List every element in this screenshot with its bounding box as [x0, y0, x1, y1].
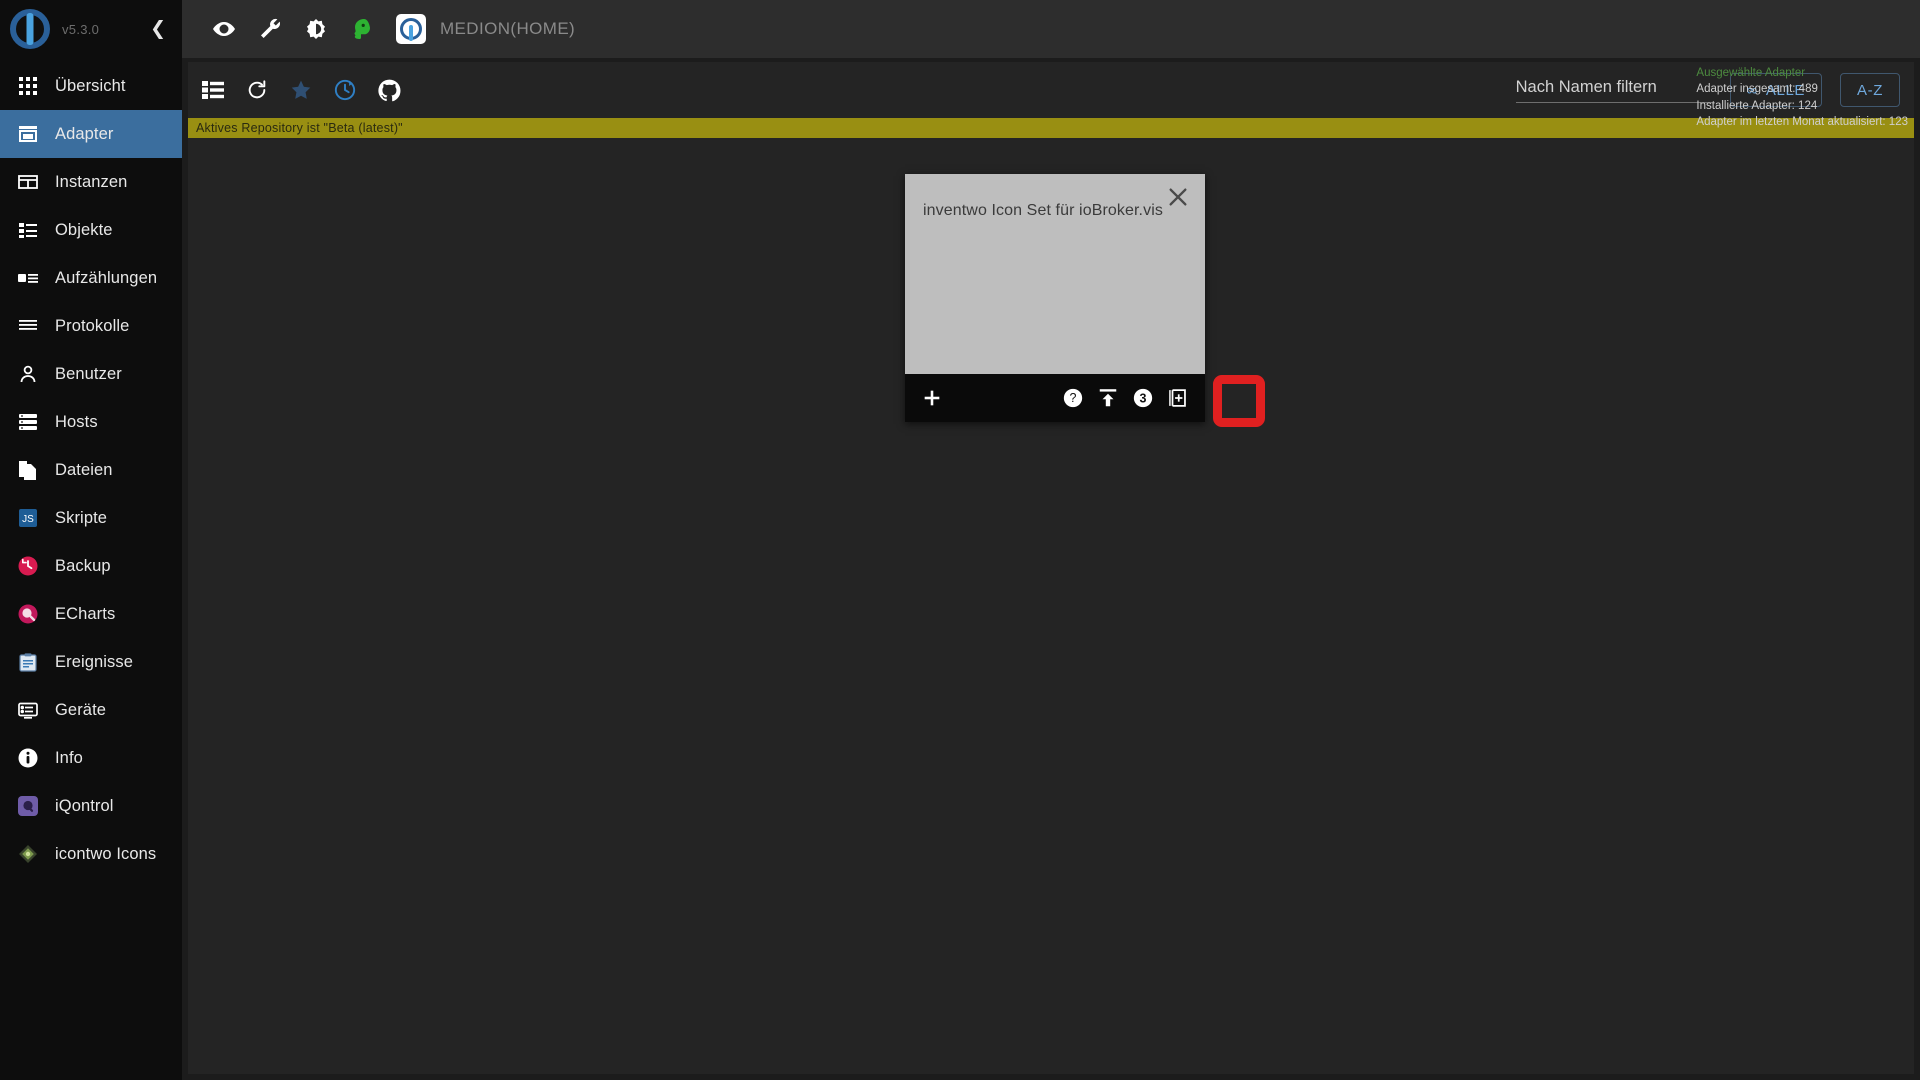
- sidebar-item-icontwo-icons[interactable]: icontwo Icons: [0, 830, 182, 878]
- sidebar-item-iqontrol[interactable]: iQontrol: [0, 782, 182, 830]
- sidebar-item-label: Dateien: [55, 460, 113, 479]
- sidebar-item-label: Übersicht: [55, 76, 126, 95]
- svg-text:?: ?: [1070, 391, 1077, 405]
- adapter-card: inventwo Icon Set für ioBroker.vis ? 3: [905, 174, 1265, 427]
- sidebar-item-label: Info: [55, 748, 83, 767]
- sidebar-header: v5.3.0 ❮: [0, 0, 182, 58]
- enums-icon: [15, 266, 41, 290]
- stats-updated: Adapter im letzten Monat aktualisiert: 1…: [1696, 115, 1908, 128]
- sidebar-item-uebersicht[interactable]: Übersicht: [0, 62, 182, 110]
- stats-title: Ausgewählte Adapter: [1696, 67, 1806, 79]
- upload-icon[interactable]: [1097, 387, 1119, 409]
- sidebar-item-label: Instanzen: [55, 172, 128, 191]
- top-bar: MEDION(HOME): [182, 0, 1920, 58]
- host-name-label: MEDION(HOME): [440, 19, 576, 38]
- svg-text:JS: JS: [22, 514, 34, 525]
- github-icon[interactable]: [378, 79, 401, 102]
- sidebar-item-label: Skripte: [55, 508, 108, 527]
- javascript-icon: JS: [15, 506, 41, 530]
- wrench-icon[interactable]: [258, 17, 282, 41]
- sidebar-nav: Übersicht Adapter Instanzen Objekte Aufz…: [0, 58, 182, 1080]
- repository-banner-text: Aktives Repository ist "Beta (latest)": [196, 121, 403, 135]
- update-history-icon[interactable]: [334, 79, 356, 101]
- question-circle-icon[interactable]: ?: [1063, 388, 1083, 408]
- adapters-card-area: inventwo Icon Set für ioBroker.vis ? 3: [188, 138, 1914, 1074]
- plus-icon[interactable]: [921, 387, 943, 409]
- stats-installed: Installierte Adapter: 124: [1696, 99, 1818, 112]
- version-label: v5.3.0: [62, 21, 100, 37]
- sidebar-item-objekte[interactable]: Objekte: [0, 206, 182, 254]
- filter-field-wrapper: [1515, 77, 1712, 103]
- sidebar-item-label: ECharts: [55, 604, 116, 623]
- search-input[interactable]: [1515, 77, 1712, 97]
- refresh-icon[interactable]: [246, 79, 268, 101]
- svg-text:3: 3: [1140, 392, 1147, 406]
- backup-icon: [15, 554, 41, 578]
- sidebar-item-aufzaehlungen[interactable]: Aufzählungen: [0, 254, 182, 302]
- adapters-panel: ∞ ALLE A-Z Ausgewählte Adapter Adapter i…: [188, 62, 1914, 1074]
- sidebar-item-hosts[interactable]: Hosts: [0, 398, 182, 446]
- sidebar-item-echarts[interactable]: ECharts: [0, 590, 182, 638]
- sidebar-item-label: icontwo Icons: [55, 844, 157, 863]
- sidebar-item-label: Protokolle: [55, 316, 130, 335]
- sidebar-item-geraete[interactable]: Geräte: [0, 686, 182, 734]
- sidebar-item-label: Objekte: [55, 220, 113, 239]
- sidebar-item-skripte[interactable]: JS Skripte: [0, 494, 182, 542]
- main-area: MEDION(HOME) ∞: [182, 0, 1920, 1080]
- brightness-icon[interactable]: [304, 17, 328, 41]
- sidebar: v5.3.0 ❮ Übersicht Adapter Instanzen Obj…: [0, 0, 182, 1080]
- sidebar-item-protokolle[interactable]: Protokolle: [0, 302, 182, 350]
- adapter-stats: Ausgewählte Adapter Adapter insgesamt: 4…: [1696, 65, 1908, 130]
- iqontrol-icon: [15, 794, 41, 818]
- content-wrapper: ∞ ALLE A-Z Ausgewählte Adapter Adapter i…: [182, 58, 1920, 1080]
- sidebar-item-backup[interactable]: Backup: [0, 542, 182, 590]
- list-icon: [15, 218, 41, 242]
- adapter-card-body: inventwo Icon Set für ioBroker.vis: [905, 174, 1205, 374]
- grid-icon: [15, 74, 41, 98]
- head-icon[interactable]: [350, 17, 372, 41]
- sidebar-item-dateien[interactable]: Dateien: [0, 446, 182, 494]
- list-view-icon[interactable]: [202, 81, 224, 99]
- devices-icon: [15, 698, 41, 722]
- sidebar-item-label: Hosts: [55, 412, 98, 431]
- repository-banner: Aktives Repository ist "Beta (latest)": [188, 118, 1914, 138]
- sidebar-item-label: Geräte: [55, 700, 107, 719]
- events-icon: [15, 650, 41, 674]
- sidebar-item-benutzer[interactable]: Benutzer: [0, 350, 182, 398]
- sidebar-item-label: Benutzer: [55, 364, 122, 383]
- logs-icon: [15, 314, 41, 338]
- adapter-card-title: inventwo Icon Set für ioBroker.vis: [923, 202, 1163, 219]
- sidebar-item-label: iQontrol: [55, 796, 114, 815]
- sidebar-item-label: Backup: [55, 556, 111, 575]
- sidebar-item-info[interactable]: Info: [0, 734, 182, 782]
- files-icon: [15, 458, 41, 482]
- iobroker-logo-icon[interactable]: [396, 14, 426, 44]
- info-icon: [15, 746, 41, 770]
- adapters-toolbar: ∞ ALLE A-Z Ausgewählte Adapter Adapter i…: [188, 62, 1914, 128]
- sidebar-item-adapter[interactable]: Adapter: [0, 110, 182, 158]
- iobroker-logo-icon: [8, 7, 52, 51]
- sidebar-item-label: Ereignisse: [55, 652, 134, 671]
- adapter-card-actions: ? 3: [1063, 375, 1265, 427]
- echarts-icon: [15, 602, 41, 626]
- star-icon[interactable]: [290, 79, 312, 101]
- upload-highlight-box: [1213, 375, 1265, 427]
- instances-icon: [15, 170, 41, 194]
- store-icon: [15, 122, 41, 146]
- version-badge: 3: [1133, 388, 1153, 408]
- adapter-card-footer: ? 3: [905, 374, 1265, 427]
- close-icon[interactable]: [1165, 184, 1191, 210]
- add-instance-icon[interactable]: [1167, 387, 1189, 409]
- sidebar-item-ereignisse[interactable]: Ereignisse: [0, 638, 182, 686]
- icontwo-icon: [15, 842, 41, 866]
- stats-total: Adapter insgesamt: 489: [1696, 83, 1818, 96]
- chevron-left-icon[interactable]: ❮: [150, 19, 166, 39]
- sidebar-item-label: Aufzählungen: [55, 268, 158, 287]
- user-icon: [15, 362, 41, 386]
- hosts-icon: [15, 410, 41, 434]
- eye-icon[interactable]: [212, 17, 236, 41]
- sidebar-item-instanzen[interactable]: Instanzen: [0, 158, 182, 206]
- sidebar-item-label: Adapter: [55, 124, 114, 143]
- app-root: v5.3.0 ❮ Übersicht Adapter Instanzen Obj…: [0, 0, 1920, 1080]
